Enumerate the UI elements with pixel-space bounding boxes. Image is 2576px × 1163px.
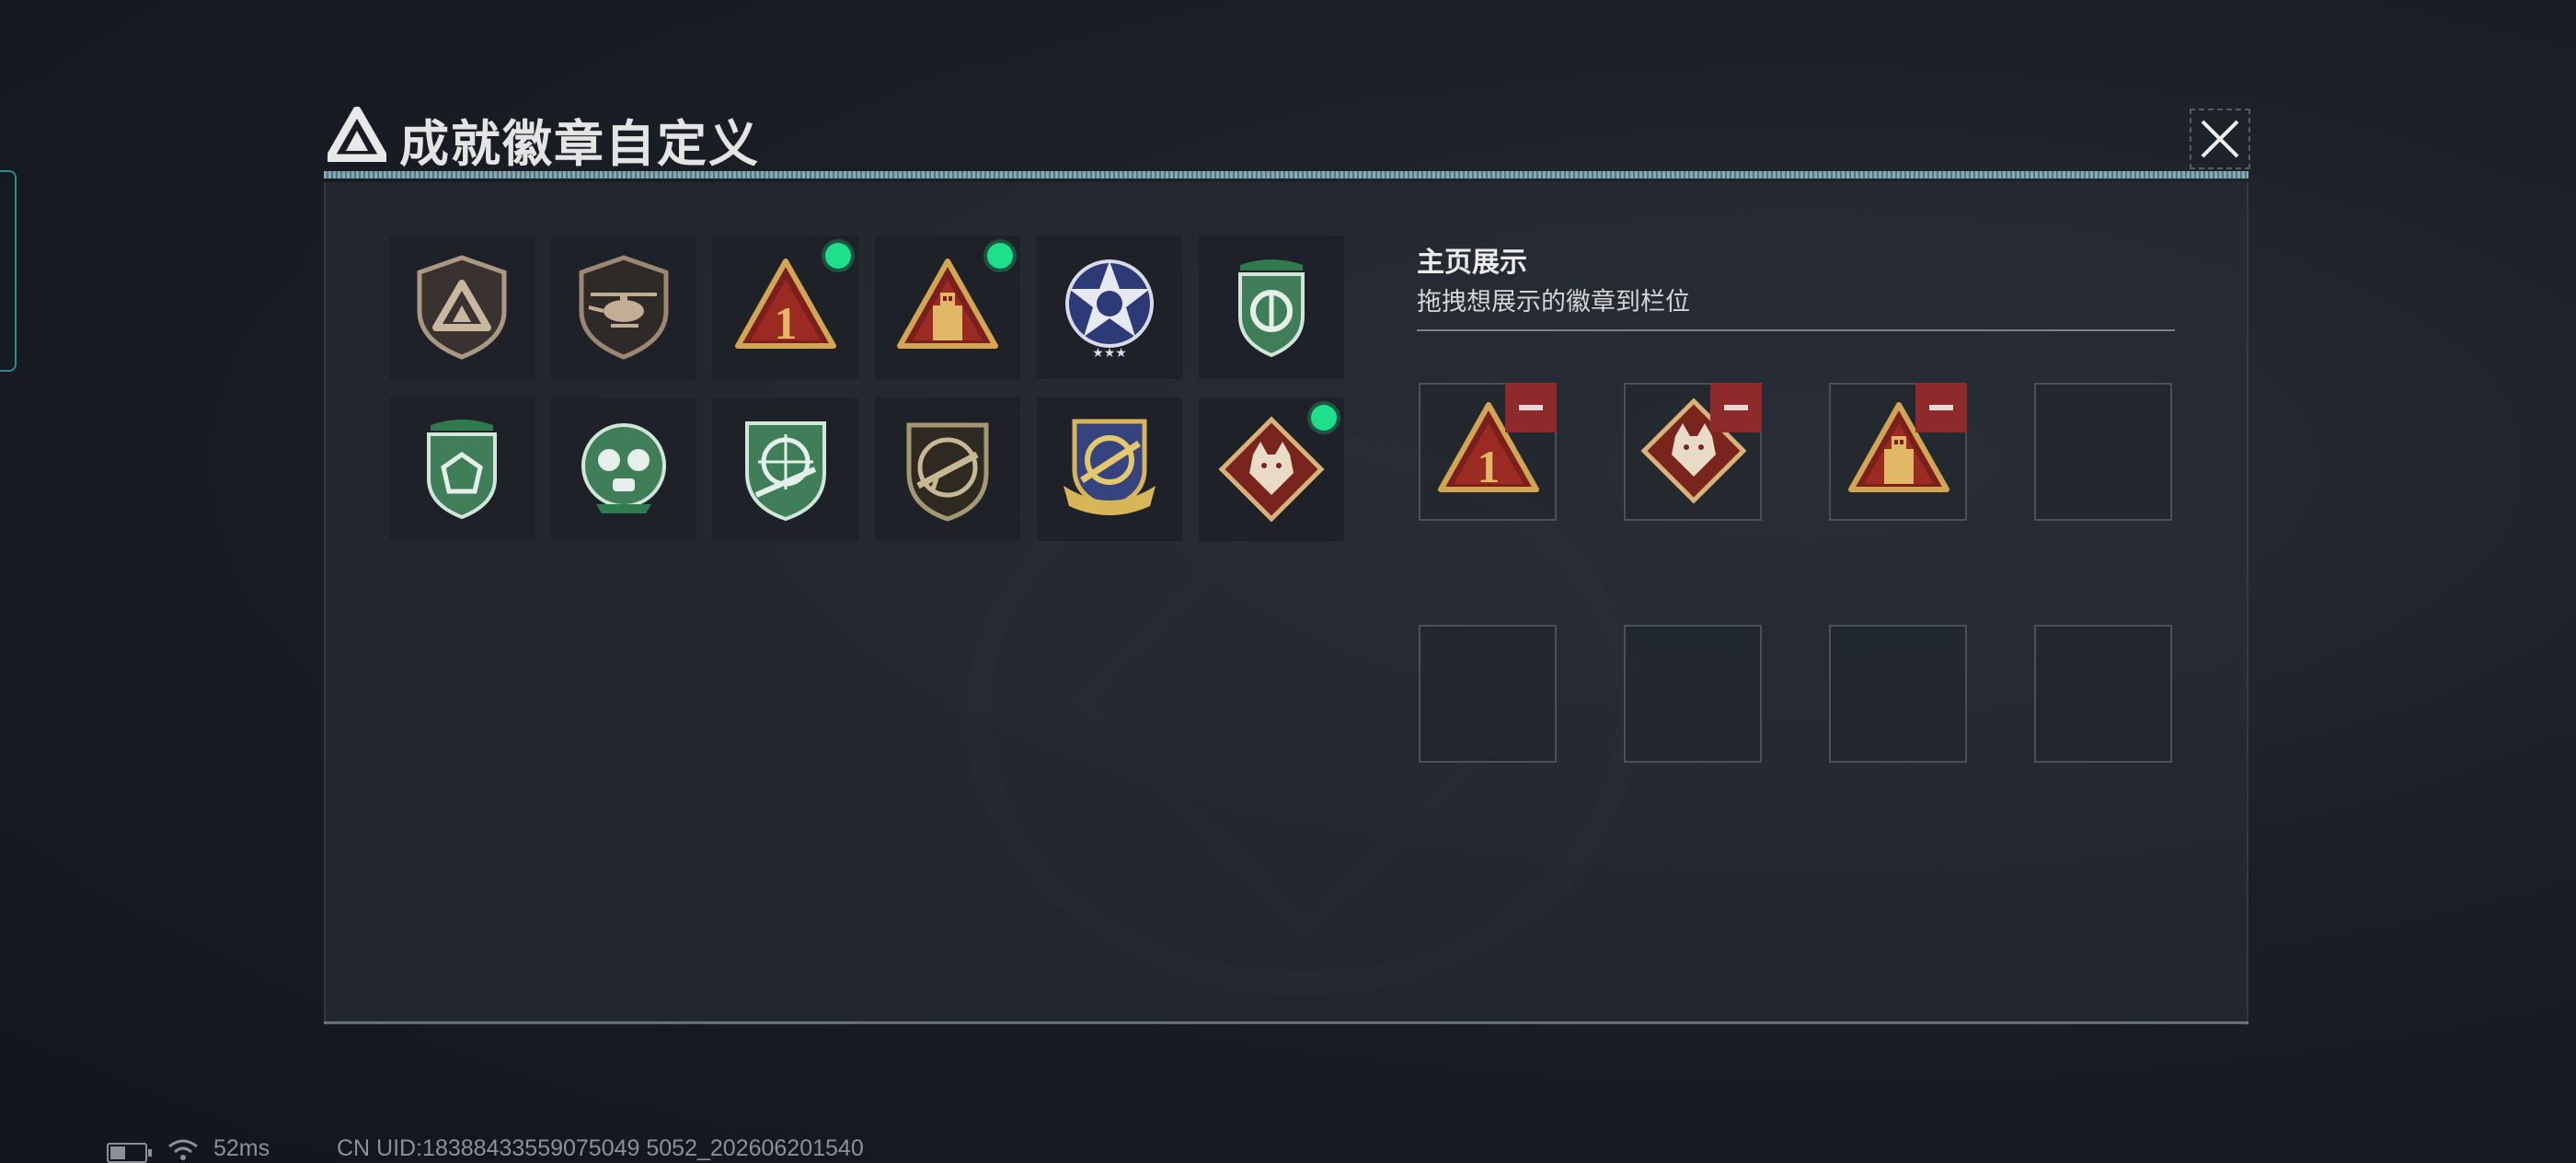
usb-triangle-badge-icon	[897, 259, 998, 349]
close-button[interactable]	[2190, 109, 2250, 169]
new-indicator-dot	[987, 243, 1013, 269]
showcase-slot-6[interactable]	[1624, 625, 1762, 763]
svg-text:★★★: ★★★	[1092, 345, 1127, 360]
ping-readout: 52ms	[213, 1135, 270, 1161]
green-crosshair-rifle-badge-icon	[745, 421, 826, 522]
green-shield-emblem-badge-icon	[1238, 259, 1305, 358]
number-one-triangle-badge-icon: 1	[735, 259, 836, 349]
wifi-icon	[168, 1139, 198, 1160]
new-indicator-dot	[1311, 405, 1337, 431]
badge-cell[interactable]	[1199, 397, 1344, 541]
star-wings-badge-icon: ★★★	[1065, 259, 1154, 360]
green-shield-gem-badge-icon	[427, 420, 497, 520]
rifle-target-badge-icon	[906, 422, 989, 522]
showcase-title: 主页展示	[1417, 248, 1527, 278]
showcase-slot-4[interactable]	[2034, 383, 2172, 521]
badge-cell[interactable]	[551, 236, 696, 379]
helicopter-badge-icon	[579, 255, 669, 360]
gold-blue-rifle-badge-icon	[1064, 419, 1156, 515]
badge-cell[interactable]	[1037, 397, 1182, 541]
badge-cell[interactable]	[389, 397, 535, 541]
badge-cell[interactable]	[1199, 236, 1344, 379]
showcase-slot-2[interactable]	[1624, 383, 1762, 521]
showcase-slot-7[interactable]	[1829, 625, 1967, 763]
showcase-divider	[1417, 329, 2175, 331]
battery-icon	[107, 1143, 152, 1163]
close-icon	[2201, 120, 2239, 158]
showcase-slot-5[interactable]	[1419, 625, 1557, 763]
showcase-slot-8[interactable]	[2034, 625, 2172, 763]
green-mask-badge-icon	[581, 423, 666, 513]
svg-text:1: 1	[1478, 441, 1501, 492]
header: 成就徽章自定义	[322, 96, 2249, 178]
badge-cell[interactable]: 1	[713, 236, 858, 379]
delta-logo-icon	[328, 107, 386, 162]
badge-cell[interactable]	[713, 397, 858, 541]
showcase-subtitle: 拖拽想展示的徽章到栏位	[1417, 288, 1690, 316]
triangle-shield-badge-icon	[417, 255, 507, 360]
new-indicator-dot	[825, 243, 851, 269]
header-divider	[324, 171, 2248, 178]
badge-cell[interactable]	[389, 236, 535, 379]
uid-readout: CN UID:18388433559075049 5052_2026062015…	[337, 1135, 864, 1161]
badge-cell[interactable]	[875, 397, 1020, 541]
showcase-slot-1[interactable]: 1	[1419, 383, 1557, 521]
panel-bottom-border	[324, 1021, 2248, 1024]
side-tab-edge[interactable]	[0, 170, 17, 372]
remove-badge-button[interactable]	[1915, 383, 1967, 432]
badge-cell[interactable]	[875, 236, 1020, 379]
wolf-diamond-badge-icon	[1218, 416, 1325, 523]
remove-badge-button[interactable]	[1710, 383, 1762, 432]
svg-text:1: 1	[775, 297, 798, 349]
badge-grid: 1 ★★★	[389, 236, 1346, 542]
badge-cell[interactable]	[551, 397, 696, 541]
remove-badge-button[interactable]	[1505, 383, 1557, 432]
page-title: 成就徽章自定义	[399, 117, 760, 172]
badge-cell[interactable]: ★★★	[1037, 236, 1182, 379]
showcase-slot-3[interactable]	[1829, 383, 1967, 521]
